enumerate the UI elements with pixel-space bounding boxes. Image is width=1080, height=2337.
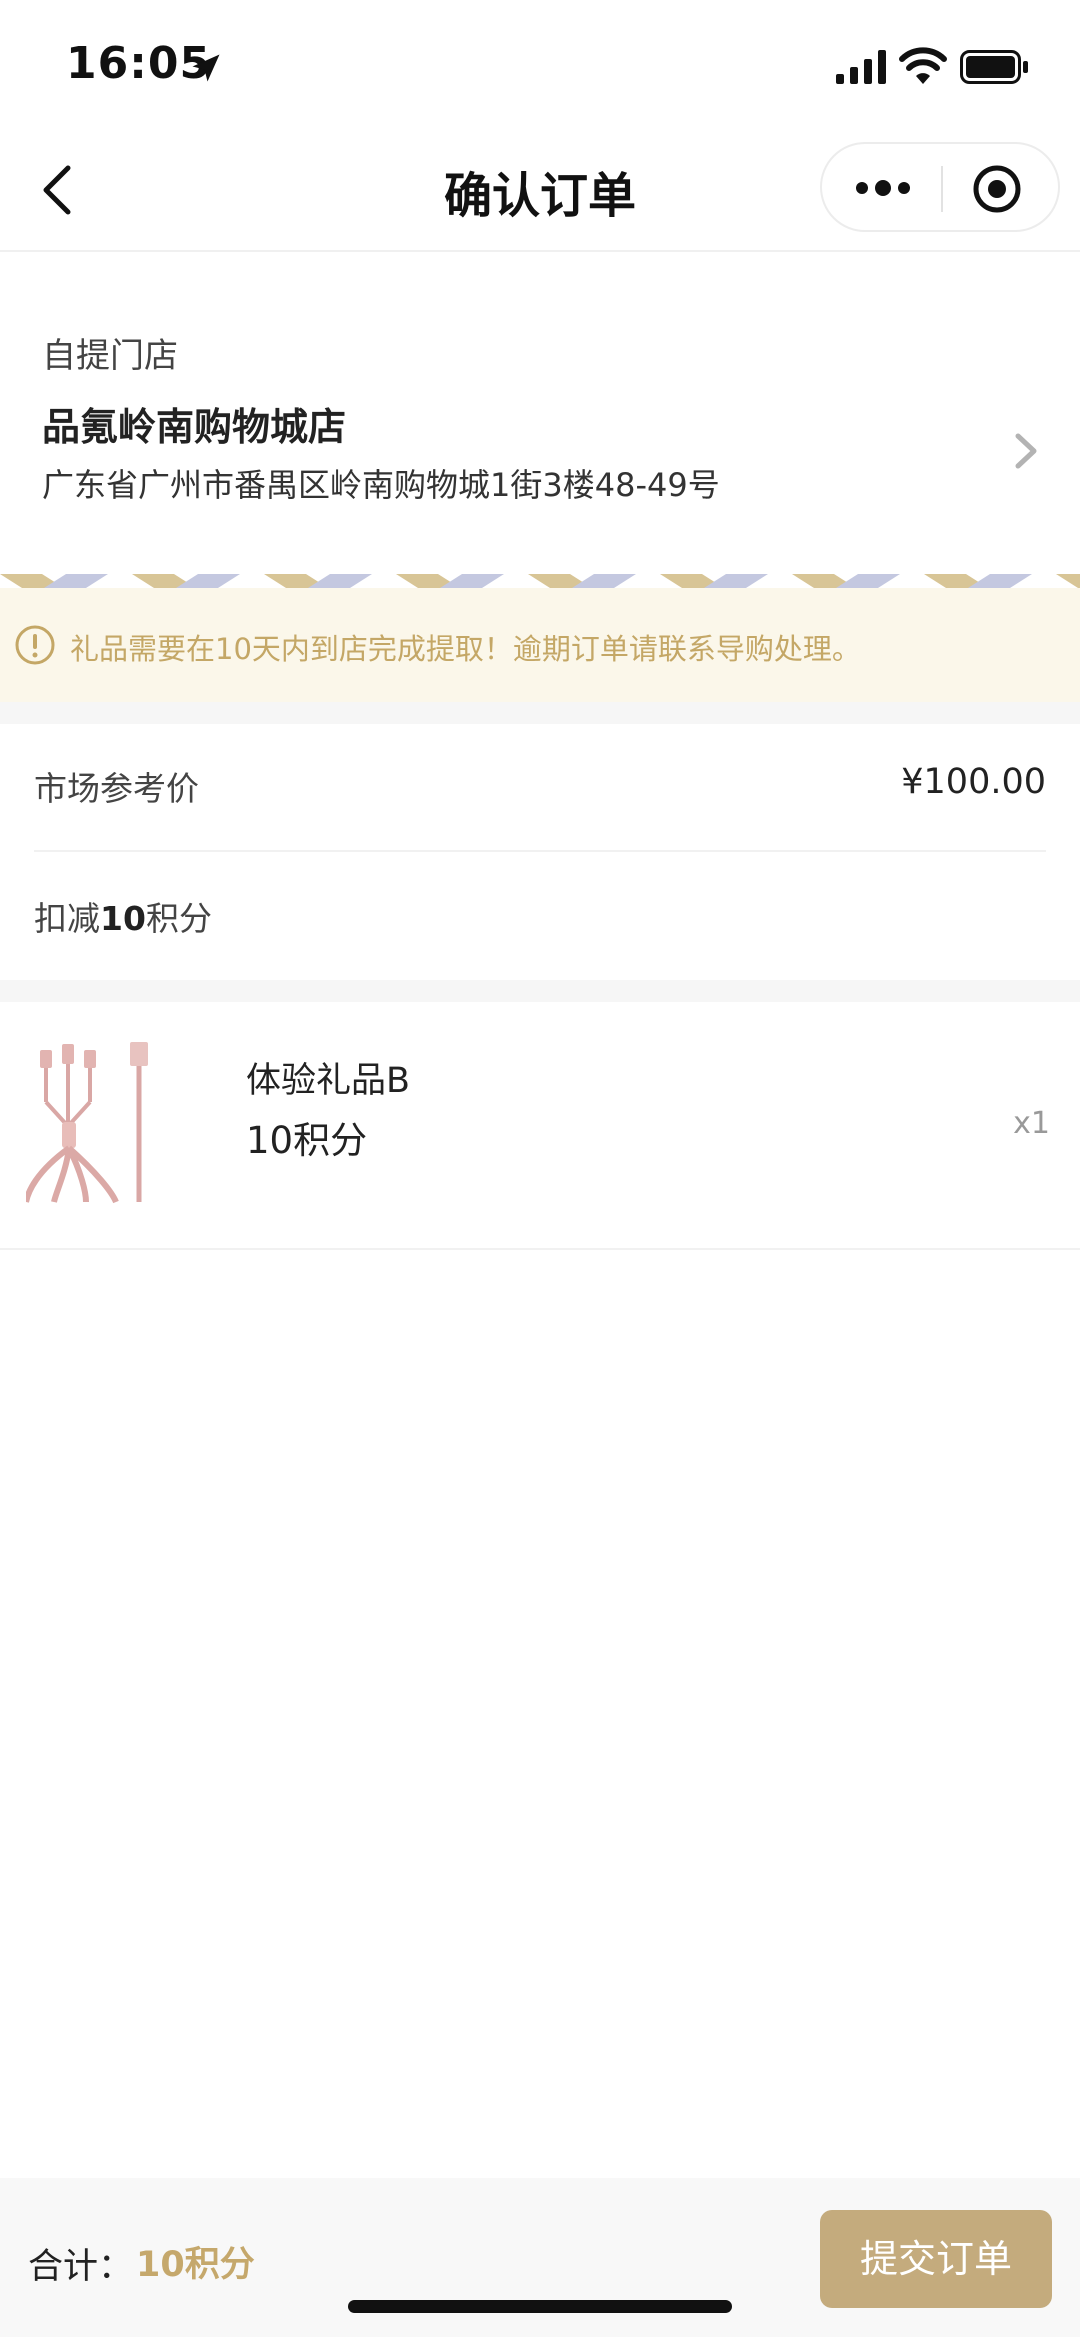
- deduct-prefix: 扣减: [34, 899, 100, 938]
- chevron-right-icon: [1015, 433, 1037, 469]
- pickup-notice-banner: 礼品需要在10天内到店完成提取！逾期订单请联系导购处理。: [0, 588, 1080, 702]
- envelope-stripe-divider: [0, 574, 1080, 588]
- total-label: 合计：: [28, 2247, 134, 2287]
- deduct-suffix: 积分: [145, 899, 212, 938]
- wifi-icon: [899, 47, 947, 84]
- product-list-item: 体验礼品B 10积分 x1: [0, 1002, 1080, 1250]
- section-gap: [0, 980, 1080, 1002]
- status-bar: 16:05: [0, 0, 1080, 130]
- target-close-icon[interactable]: [972, 164, 1022, 214]
- battery-icon: [960, 50, 1028, 84]
- total-value: 10积分: [136, 2245, 255, 2285]
- cellular-signal-icon: [836, 50, 886, 84]
- mini-program-capsule: [820, 142, 1060, 232]
- section-gap: [0, 702, 1080, 724]
- home-indicator[interactable]: [348, 2300, 732, 2313]
- deduct-amount: 10: [100, 899, 146, 938]
- location-arrow-icon: [192, 54, 220, 82]
- price-summary-card: 市场参考价 ¥100.00 扣减10积分: [0, 724, 1080, 980]
- product-quantity: x1: [1013, 1106, 1050, 1141]
- product-name: 体验礼品B: [246, 1061, 411, 1101]
- exclamation-circle-icon: [15, 625, 55, 665]
- store-name: 品氪岭南购物城店: [42, 405, 347, 449]
- store-address: 广东省广州市番禺区岭南购物城1街3楼48-49号: [42, 466, 720, 504]
- notice-text: 礼品需要在10天内到店完成提取！逾期订单请联系导购处理。: [70, 632, 861, 666]
- market-price-value: ¥100.00: [901, 762, 1046, 802]
- nav-bar: 确认订单: [0, 130, 1080, 252]
- points-deduction-label: 扣减10积分: [34, 892, 212, 940]
- market-price-label: 市场参考价: [34, 769, 199, 808]
- pickup-store-card[interactable]: 自提门店 品氪岭南购物城店 广东省广州市番禺区岭南购物城1街3楼48-49号: [0, 254, 1080, 574]
- product-points: 10积分: [246, 1119, 368, 1162]
- product-image-charging-cable: [26, 1032, 206, 1212]
- capsule-divider: [941, 166, 943, 212]
- checkout-bottom-bar: 合计： 10积分 提交订单: [0, 2178, 1080, 2337]
- more-dots-icon[interactable]: [852, 166, 914, 210]
- store-section-label: 自提门店: [42, 336, 178, 376]
- submit-order-button[interactable]: 提交订单: [820, 2210, 1052, 2308]
- market-price-row: 市场参考价 ¥100.00: [34, 724, 1046, 852]
- points-deduction-row: 扣减10积分: [34, 852, 1046, 980]
